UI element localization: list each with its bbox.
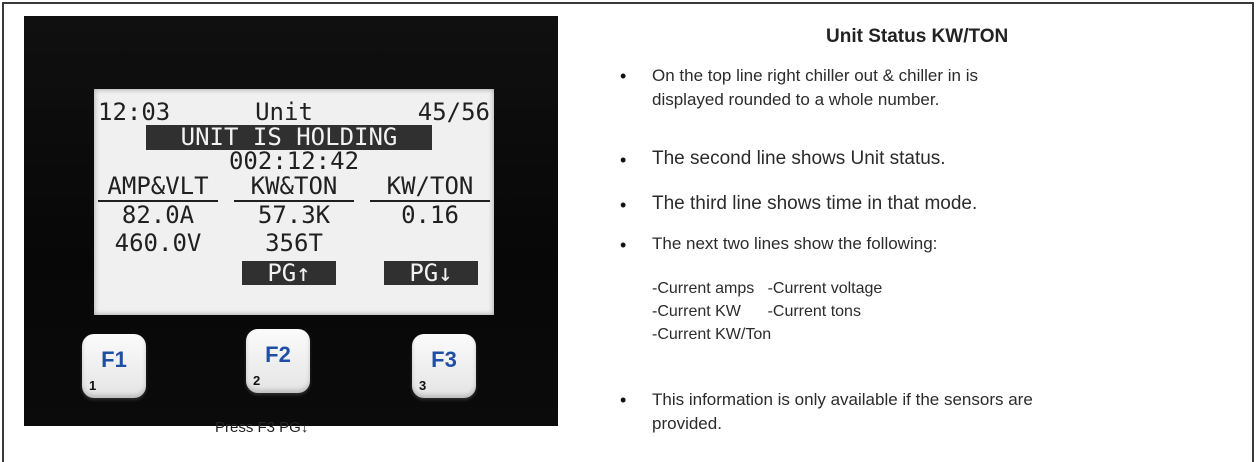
figure-caption: Press F3 PG↓ <box>215 419 309 436</box>
f3-key[interactable]: F3 3 <box>412 334 476 398</box>
f2-key[interactable]: F2 2 <box>246 329 310 393</box>
lcd-kw-per-ton: 0.16 <box>401 201 459 229</box>
lcd-row-2: 460.0V 356T <box>94 230 494 257</box>
lcd-duration-line: 002:12:42 <box>94 148 494 175</box>
lcd-tons: 356T <box>265 229 323 257</box>
bullet-dot: • <box>620 235 627 255</box>
bullet-text-third-line: The third line shows time in that mode. <box>652 193 978 214</box>
f3-key-label: F3 <box>431 347 457 372</box>
sub-item-kw-per-ton: -Current KW/Ton <box>652 326 772 343</box>
f2-key-number: 2 <box>253 373 261 388</box>
f1-key-label: F1 <box>101 347 127 372</box>
sub-item-kw-tons: -Current KW -Current tons <box>652 303 861 320</box>
lcd-display: 12:03 Unit 45/56 UNIT IS HOLDING 002:12:… <box>94 89 494 315</box>
f3-key-number: 3 <box>419 378 427 393</box>
f1-key[interactable]: F1 1 <box>82 334 146 398</box>
lcd-softkey-page-up: PG↑ <box>242 261 336 285</box>
lcd-row-1: 82.0A 57.3K 0.16 <box>94 202 494 229</box>
lcd-kw: 57.3K <box>257 201 331 229</box>
bullet-text-availability: This information is only available if th… <box>652 390 1033 433</box>
lcd-softkey-page-down: PG↓ <box>384 261 478 285</box>
controller-panel: 12:03 Unit 45/56 UNIT IS HOLDING 002:12:… <box>24 16 558 426</box>
f1-key-number: 1 <box>89 378 97 393</box>
bullet-dot: • <box>620 390 627 410</box>
lcd-header-kw-ton: KW&TON <box>250 172 338 200</box>
lcd-duration: 002:12:42 <box>228 147 360 175</box>
lcd-headers: AMP&VLT KW&TON KW/TON <box>94 173 494 200</box>
bullet-text-next-lines: The next two lines show the following: <box>652 234 938 253</box>
bullet-dot: • <box>620 195 627 215</box>
bullet-dot: • <box>620 66 627 86</box>
lcd-header-kw-per-ton: KW/TON <box>386 172 474 200</box>
bullet-text-second-line: The second line shows Unit status. <box>652 148 946 169</box>
lcd-time: 12:03 <box>98 98 171 126</box>
section-title: Unit Status KW/TON <box>826 26 1009 47</box>
bullet-dot: • <box>620 150 627 170</box>
sub-item-amps-voltage: -Current amps -Current voltage <box>652 280 883 297</box>
lcd-header-amp-vlt: AMP&VLT <box>107 172 209 200</box>
lcd-unit-label: Unit <box>255 98 313 126</box>
lcd-amps: 82.0A <box>121 201 195 229</box>
lcd-top-line: 12:03 Unit 45/56 <box>94 99 494 126</box>
lcd-temps: 45/56 <box>417 98 490 126</box>
bullet-text-top-line: On the top line right chiller out & chil… <box>652 66 978 109</box>
lcd-volts: 460.0V <box>114 229 202 257</box>
f2-key-label: F2 <box>265 342 291 367</box>
